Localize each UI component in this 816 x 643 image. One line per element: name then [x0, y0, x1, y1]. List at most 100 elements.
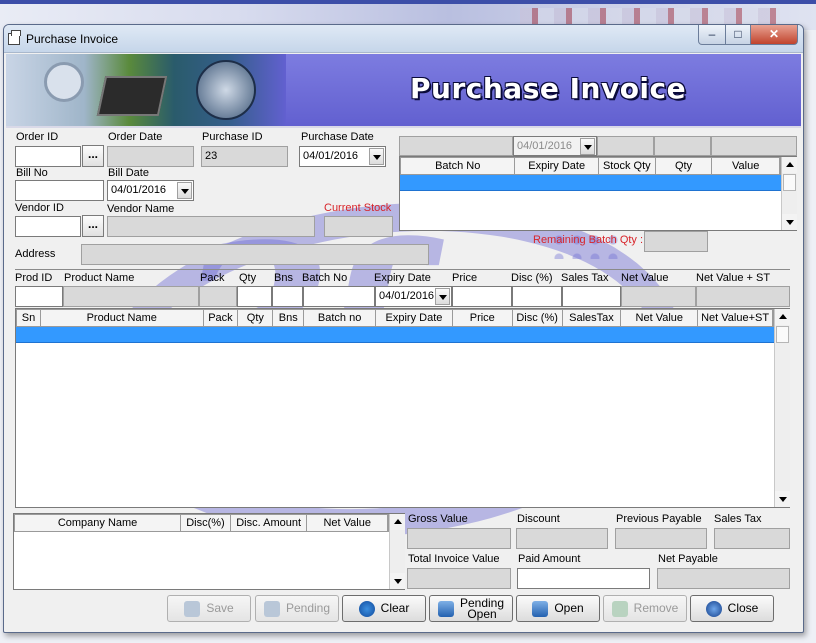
pending-open-button[interactable]: Pending Open: [429, 595, 513, 622]
column-header[interactable]: Pack: [204, 310, 239, 326]
column-header[interactable]: Net Value: [307, 515, 388, 531]
purchase-id-label: Purchase ID: [202, 131, 263, 143]
window-app-icon[interactable]: [8, 30, 21, 45]
open-button[interactable]: Open: [516, 595, 600, 622]
expiry-date-value: 04/01/2016: [379, 290, 435, 302]
column-header[interactable]: Value: [712, 158, 780, 174]
divider: [15, 269, 790, 270]
bill-date-picker[interactable]: 04/01/2016: [107, 180, 194, 201]
remove-button[interactable]: Remove: [603, 595, 687, 622]
column-header[interactable]: Stock Qty: [599, 158, 656, 174]
remaining-batch-qty-field: [644, 231, 708, 252]
paid-amount-input[interactable]: [517, 568, 650, 589]
scroll-up-icon[interactable]: [775, 309, 790, 325]
column-header[interactable]: Batch No: [401, 158, 516, 174]
clear-button[interactable]: Clear: [342, 595, 426, 622]
title-bar[interactable]: Purchase Invoice – □ ✕: [4, 25, 803, 53]
price-input[interactable]: [452, 286, 512, 307]
column-header[interactable]: Sn: [17, 310, 41, 326]
column-header[interactable]: Net Value: [621, 310, 699, 326]
window-title: Purchase Invoice: [26, 32, 119, 46]
bill-date-label: Bill Date: [108, 167, 149, 179]
column-header[interactable]: Product Name: [41, 310, 204, 326]
items-grid-scrollbar[interactable]: [774, 309, 790, 507]
remaining-batch-qty-label: Remaining Batch Qty :: [533, 234, 644, 246]
discount-field: [516, 528, 608, 549]
batch-expiry-value: 04/01/2016: [517, 140, 573, 152]
scroll-thumb[interactable]: [776, 326, 789, 343]
company-grid[interactable]: Company Name Disc(%) Disc. Amount Net Va…: [13, 513, 405, 590]
address-field: [81, 244, 429, 265]
total-invoice-value-label: Total Invoice Value: [408, 553, 500, 565]
column-header[interactable]: Net Value+ST: [698, 310, 773, 326]
scroll-up-icon[interactable]: [390, 514, 405, 530]
laptop-image: [96, 76, 168, 116]
prod-id-input[interactable]: [15, 286, 63, 307]
qty-input[interactable]: [237, 286, 272, 307]
column-header[interactable]: Expiry Date: [515, 158, 599, 174]
entry-header-product-name: Product Name: [64, 272, 135, 284]
order-id-lookup-button[interactable]: ...: [82, 145, 104, 167]
expiry-date-picker[interactable]: 04/01/2016: [375, 286, 452, 307]
column-header[interactable]: Expiry Date: [376, 310, 453, 326]
address-label: Address: [15, 248, 56, 260]
net-value-field: [621, 286, 696, 307]
close-button[interactable]: Close: [690, 595, 774, 622]
column-header[interactable]: Disc(%): [181, 515, 231, 531]
current-stock-label: Current Stock: [324, 202, 392, 214]
scroll-down-icon[interactable]: [390, 573, 405, 589]
pending-button[interactable]: Pending: [255, 595, 339, 622]
scroll-down-icon[interactable]: [782, 214, 797, 230]
disc-input[interactable]: [512, 286, 562, 307]
chevron-down-icon[interactable]: [435, 288, 450, 305]
bill-no-input[interactable]: [15, 180, 104, 201]
column-header[interactable]: Qty: [656, 158, 713, 174]
column-header[interactable]: Batch no: [304, 310, 377, 326]
chevron-down-icon[interactable]: [369, 148, 384, 165]
gross-value-label: Gross Value: [408, 513, 468, 525]
entry-header-pack: Pack: [200, 272, 225, 284]
scroll-down-icon[interactable]: [775, 491, 790, 507]
column-header[interactable]: SalesTax: [563, 310, 622, 326]
column-header[interactable]: Disc (%): [513, 310, 563, 326]
column-header[interactable]: Disc. Amount: [231, 515, 308, 531]
vendor-lookup-button[interactable]: ...: [82, 215, 104, 237]
entry-header-net-value: Net Value: [621, 272, 669, 284]
order-date-field: [107, 146, 194, 167]
column-header[interactable]: Bns: [273, 310, 305, 326]
column-header[interactable]: Company Name: [15, 515, 182, 531]
sales-tax-input[interactable]: [562, 286, 621, 307]
chevron-down-icon[interactable]: [580, 138, 595, 155]
close-window-button[interactable]: ✕: [750, 25, 798, 45]
bns-input[interactable]: [272, 286, 303, 307]
banner-heading: Purchase Invoice: [410, 72, 687, 105]
maximize-button[interactable]: □: [725, 25, 751, 45]
purchase-date-picker[interactable]: 04/01/2016: [299, 146, 386, 167]
items-grid[interactable]: Sn Product Name Pack Qty Bns Batch no Ex…: [15, 308, 790, 508]
chevron-down-icon[interactable]: [177, 182, 192, 199]
batch-no-input[interactable]: [303, 286, 375, 307]
vendor-id-label: Vendor ID: [15, 202, 64, 214]
pending-open-line-2: Open: [467, 606, 497, 621]
order-id-input[interactable]: [15, 146, 81, 167]
save-button[interactable]: Save: [167, 595, 251, 622]
column-header[interactable]: Price: [453, 310, 513, 326]
scroll-thumb[interactable]: [783, 174, 796, 191]
batch-grid[interactable]: Batch No Expiry Date Stock Qty Qty Value: [399, 156, 797, 231]
batch-no-entry[interactable]: [399, 136, 513, 156]
purchase-id-field: 23: [201, 146, 288, 167]
vendor-id-input[interactable]: [15, 216, 81, 237]
company-grid-scrollbar[interactable]: [389, 514, 405, 589]
clear-icon: [358, 600, 375, 617]
batch-qty-entry[interactable]: [654, 136, 711, 156]
folder-open-icon: [532, 600, 549, 617]
net-value-st-field: [696, 286, 790, 307]
items-selected-row[interactable]: [16, 327, 774, 343]
batch-expiry-picker[interactable]: 04/01/2016: [513, 136, 597, 156]
batch-selected-row[interactable]: [400, 175, 781, 191]
column-header[interactable]: Qty: [238, 310, 274, 326]
minimize-button[interactable]: –: [698, 25, 726, 45]
batch-grid-scrollbar[interactable]: [781, 157, 797, 230]
pack-field: [199, 286, 237, 307]
scroll-up-icon[interactable]: [782, 157, 797, 173]
